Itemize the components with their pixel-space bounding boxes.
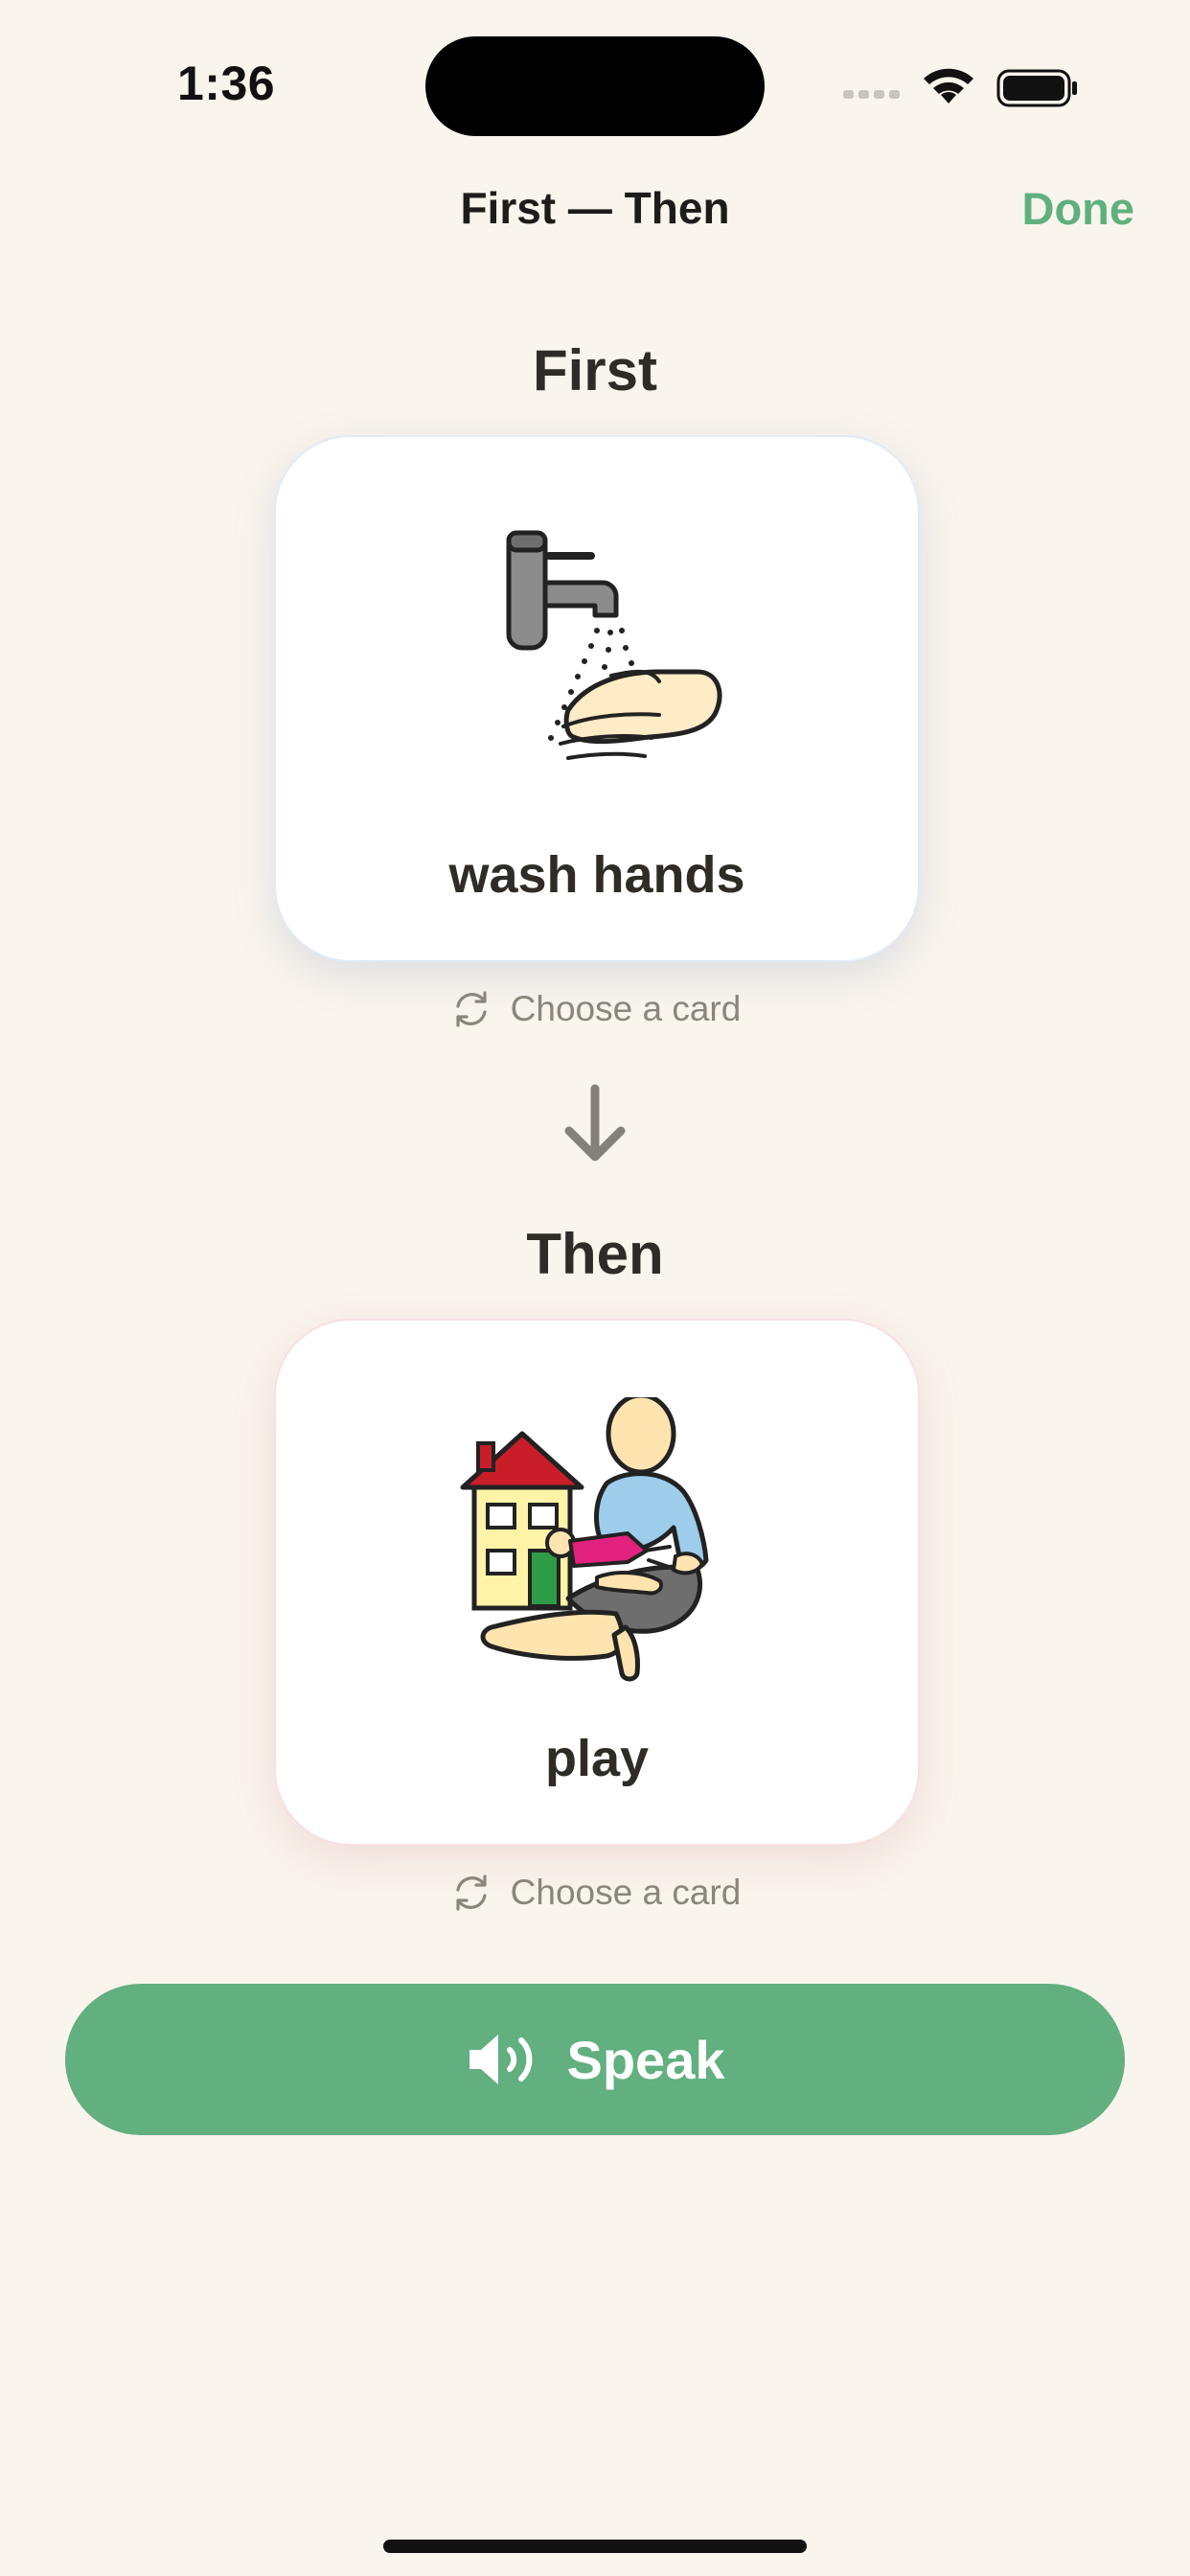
status-time: 1:36: [177, 57, 276, 110]
then-choose-card-label: Choose a card: [510, 1873, 742, 1913]
first-choose-card-label: Choose a card: [510, 989, 742, 1029]
first-heading: First: [532, 338, 658, 402]
status-icons: [843, 68, 1077, 107]
wash-hands-icon: [506, 530, 722, 760]
play-icon: [460, 1397, 709, 1682]
refresh-icon: [456, 991, 487, 1027]
dynamic-island: [425, 36, 765, 136]
home-indicator[interactable]: [383, 2540, 807, 2553]
arrow-down-icon: [564, 1084, 626, 1162]
first-choose-card-button[interactable]: Choose a card: [0, 987, 1190, 1031]
then-card-label: play: [544, 1730, 650, 1787]
first-card-label: wash hands: [448, 846, 745, 904]
nav-title: First — Then: [460, 183, 730, 233]
first-card[interactable]: wash hands: [274, 435, 920, 962]
then-card[interactable]: play: [274, 1319, 920, 1846]
wifi-icon: [924, 68, 973, 104]
speak-label: Speak: [566, 2029, 725, 2090]
signal-icon: [843, 90, 900, 99]
battery-icon: [996, 69, 1077, 107]
speaker-icon: [469, 2035, 532, 2084]
then-choose-card-button[interactable]: Choose a card: [0, 1871, 1190, 1915]
done-button[interactable]: Done: [1022, 182, 1135, 235]
speak-button[interactable]: Speak: [65, 1984, 1125, 2135]
refresh-icon: [456, 1874, 487, 1911]
then-heading: Then: [526, 1222, 664, 1286]
